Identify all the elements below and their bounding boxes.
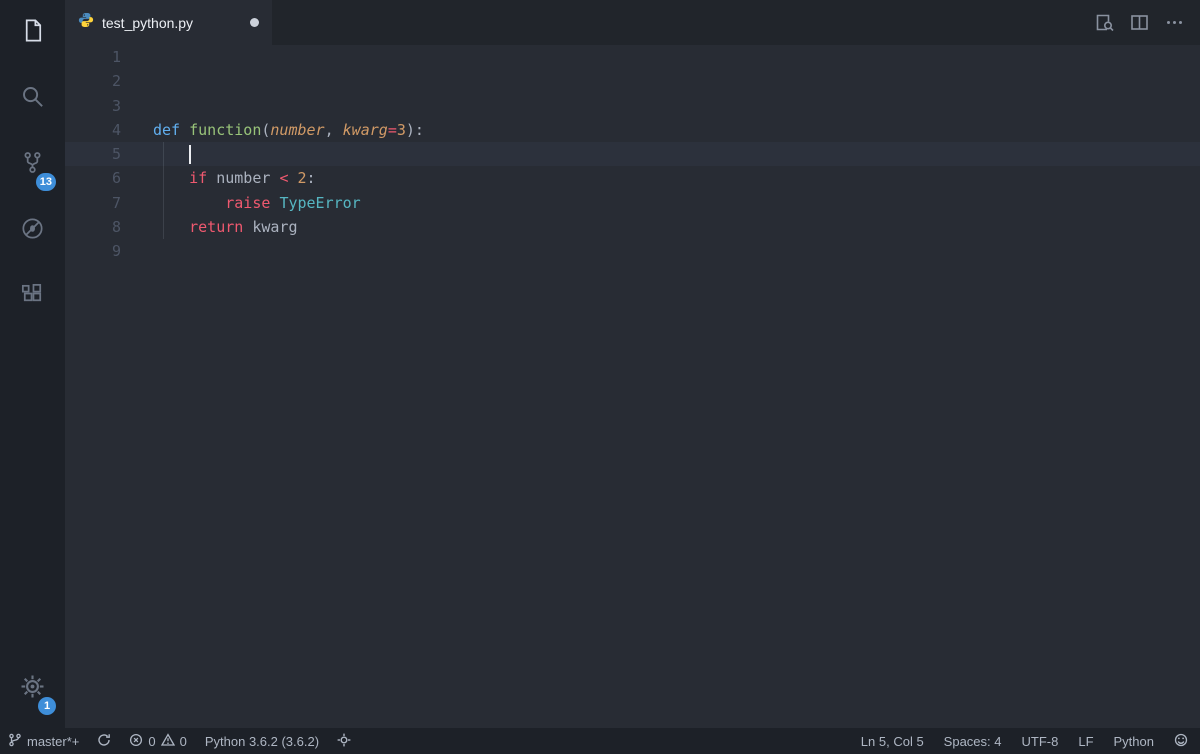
code-line[interactable]: 9: [65, 239, 1200, 263]
python-icon: [78, 12, 94, 33]
line-number: 6: [65, 166, 121, 190]
code-text: [121, 142, 189, 166]
branch-icon: [8, 733, 22, 750]
cursor-position-status[interactable]: Ln 5, Col 5: [861, 734, 924, 749]
indent-guide: [163, 142, 164, 239]
sidebar-item-search[interactable]: [0, 66, 65, 132]
error-icon: [129, 733, 143, 750]
encoding-status[interactable]: UTF-8: [1022, 734, 1059, 749]
settings-button[interactable]: 1: [0, 656, 65, 722]
code-text: [121, 69, 153, 93]
sidebar-item-debug[interactable]: [0, 198, 65, 264]
target-button[interactable]: [337, 733, 351, 750]
eol-status[interactable]: LF: [1078, 734, 1093, 749]
tab-test-python[interactable]: test_python.py: [65, 0, 272, 45]
source-control-badge: 13: [36, 173, 56, 191]
line-number: 8: [65, 215, 121, 239]
language-mode-status[interactable]: Python: [1114, 734, 1154, 749]
language-label: Python: [1114, 734, 1154, 749]
code-line[interactable]: 5: [65, 142, 1200, 166]
interpreter-label: Python 3.6.2 (3.6.2): [205, 734, 319, 749]
modified-indicator[interactable]: [250, 18, 259, 27]
extensions-icon: [19, 281, 46, 313]
line-number: 2: [65, 69, 121, 93]
line-number: 5: [65, 142, 121, 166]
text-cursor: [189, 145, 191, 164]
code-text: [121, 239, 153, 263]
line-number: 1: [65, 45, 121, 69]
line-number: 4: [65, 118, 121, 142]
editor-actions: [1095, 0, 1200, 45]
code-line[interactable]: 1: [65, 45, 1200, 69]
line-number: 9: [65, 239, 121, 263]
branch-label: master*+: [27, 734, 79, 749]
code-text: if number < 2:: [121, 166, 316, 190]
code-text: raise TypeError: [121, 191, 361, 215]
warning-icon: [161, 733, 175, 750]
debug-disabled-icon: [19, 215, 46, 247]
tab-label: test_python.py: [102, 15, 242, 31]
code-line[interactable]: 6 if number < 2:: [65, 166, 1200, 190]
tab-bar: test_python.py: [65, 0, 1200, 45]
branch-status[interactable]: master*+: [8, 733, 79, 750]
problems-status[interactable]: 0 0: [129, 733, 186, 750]
error-count: 0: [148, 734, 155, 749]
code-text: return kwarg: [121, 215, 298, 239]
more-actions-icon[interactable]: [1165, 13, 1184, 32]
files-icon: [19, 17, 46, 49]
indentation-status[interactable]: Spaces: 4: [944, 734, 1002, 749]
sidebar-item-source-control[interactable]: 13: [0, 132, 65, 198]
editor[interactable]: 1234def function(number, kwarg=3):5 6 if…: [65, 45, 1200, 728]
code-line[interactable]: 2: [65, 69, 1200, 93]
code-text: [121, 45, 153, 69]
sidebar-item-extensions[interactable]: [0, 264, 65, 330]
line-col-label: Ln 5, Col 5: [861, 734, 924, 749]
feedback-button[interactable]: [1174, 733, 1188, 750]
code-text: def function(number, kwarg=3):: [121, 118, 424, 142]
vscode-window: 13: [0, 0, 1200, 754]
target-icon: [337, 733, 351, 750]
split-editor-icon[interactable]: [1130, 13, 1149, 32]
python-interpreter-status[interactable]: Python 3.6.2 (3.6.2): [205, 734, 319, 749]
code-text: [121, 94, 153, 118]
indentation-label: Spaces: 4: [944, 734, 1002, 749]
eol-label: LF: [1078, 734, 1093, 749]
code-line[interactable]: 7 raise TypeError: [65, 191, 1200, 215]
sync-icon: [97, 733, 111, 750]
open-preview-icon[interactable]: [1095, 13, 1114, 32]
search-icon: [19, 83, 46, 115]
code-line[interactable]: 4def function(number, kwarg=3):: [65, 118, 1200, 142]
line-number: 3: [65, 94, 121, 118]
warning-count: 0: [180, 734, 187, 749]
code-lines: 1234def function(number, kwarg=3):5 6 if…: [65, 45, 1200, 264]
line-number: 7: [65, 191, 121, 215]
encoding-label: UTF-8: [1022, 734, 1059, 749]
activity-bar: 13: [0, 0, 65, 728]
code-line[interactable]: 8 return kwarg: [65, 215, 1200, 239]
feedback-smiley-icon: [1174, 733, 1188, 750]
status-bar: master*+ 0: [0, 728, 1200, 754]
code-line[interactable]: 3: [65, 94, 1200, 118]
settings-badge: 1: [38, 697, 56, 715]
sync-button[interactable]: [97, 733, 111, 750]
sidebar-item-explorer[interactable]: [0, 0, 65, 66]
